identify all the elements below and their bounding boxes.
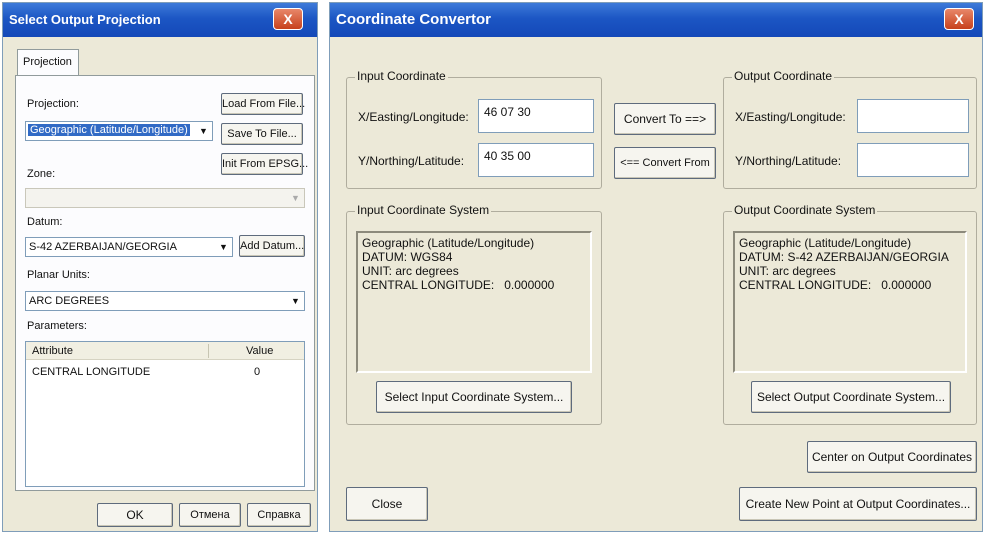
tab-projection[interactable]: Projection (17, 49, 79, 75)
x-easting-label: X/Easting/Longitude: (358, 110, 469, 124)
ok-button[interactable]: OK (97, 503, 173, 527)
column-header-value[interactable]: Value (246, 345, 273, 357)
datum-select[interactable]: S-42 AZERBAIJAN/GEORGIA ▼ (25, 237, 233, 257)
convertor-title: Coordinate Convertor (336, 11, 492, 28)
projection-select-value: Geographic (Latitude/Longitude) (28, 124, 190, 136)
output-system-line: DATUM: S-42 AZERBAIJAN/GEORGIA (739, 250, 949, 264)
help-button[interactable]: Справка (247, 503, 311, 527)
parameters-label: Parameters: (27, 320, 87, 332)
save-to-file-button[interactable]: Save To File... (221, 123, 303, 145)
chevron-down-icon[interactable]: ▼ (288, 293, 303, 309)
center-on-output-button[interactable]: Center on Output Coordinates (807, 441, 977, 473)
projection-dialog-close-icon[interactable]: X (273, 8, 303, 30)
datum-label: Datum: (27, 216, 63, 228)
input-system-description: Geographic (Latitude/Longitude) DATUM: W… (356, 231, 592, 373)
parameters-table-header: Attribute Value (26, 342, 304, 360)
select-output-projection-dialog: Select Output Projection X Projection Pr… (2, 2, 318, 532)
output-coordinate-group-title: Output Coordinate (732, 69, 835, 83)
param-value-cell: 0 (254, 366, 261, 378)
parameters-table[interactable]: Attribute Value CENTRAL LONGITUDE 0 (25, 341, 305, 487)
input-system-line: Geographic (Latitude/Longitude) (362, 236, 535, 250)
init-from-epsg-button[interactable]: Init From EPSG... (221, 153, 308, 175)
projection-select[interactable]: Geographic (Latitude/Longitude) ▼ (25, 121, 213, 141)
out-y-northing-label: Y/Northing/Latitude: (735, 154, 842, 168)
input-coordinate-group-title: Input Coordinate (355, 69, 448, 83)
output-system-line: CENTRAL LONGITUDE: 0.000000 (739, 278, 932, 292)
param-attribute-cell: CENTRAL LONGITUDE (32, 366, 151, 378)
planar-units-select-value: ARC DEGREES (29, 295, 110, 307)
convertor-close-icon[interactable]: X (944, 8, 974, 30)
projection-label: Projection: (27, 98, 79, 110)
output-system-line: UNIT: arc degrees (739, 264, 836, 278)
load-from-file-button[interactable]: Load From File... (221, 93, 305, 115)
select-input-system-button[interactable]: Select Input Coordinate System... (376, 381, 572, 413)
column-divider (208, 344, 209, 358)
output-system-group-title: Output Coordinate System (732, 203, 878, 217)
input-system-line: DATUM: WGS84 (362, 250, 453, 264)
cancel-button[interactable]: Отмена (179, 503, 241, 527)
input-system-group-title: Input Coordinate System (355, 203, 492, 217)
projection-dialog-title: Select Output Projection (9, 12, 161, 27)
x-easting-input[interactable]: 46 07 30 (478, 99, 594, 133)
close-button[interactable]: Close (346, 487, 428, 521)
out-y-northing-input[interactable] (857, 143, 969, 177)
input-system-line: CENTRAL LONGITUDE: 0.000000 (362, 278, 555, 292)
out-x-easting-label: X/Easting/Longitude: (735, 110, 846, 124)
create-new-point-button[interactable]: Create New Point at Output Coordinates..… (739, 487, 977, 521)
add-datum-button[interactable]: Add Datum... (239, 235, 305, 257)
zone-label: Zone: (27, 168, 56, 180)
chevron-down-icon[interactable]: ▼ (216, 239, 231, 255)
out-x-easting-input[interactable] (857, 99, 969, 133)
tab-projection-label: Projection (23, 56, 72, 68)
y-northing-input[interactable]: 40 35 00 (478, 143, 594, 177)
convert-from-button[interactable]: <== Convert From (614, 147, 716, 179)
coordinate-convertor-dialog: Coordinate Convertor X Input Coordinate … (329, 2, 983, 532)
select-output-system-button[interactable]: Select Output Coordinate System... (751, 381, 951, 413)
output-system-description: Geographic (Latitude/Longitude) DATUM: S… (733, 231, 967, 373)
chevron-down-icon[interactable]: ▼ (196, 123, 211, 139)
input-system-line: UNIT: arc degrees (362, 264, 459, 278)
convert-to-button[interactable]: Convert To ==> (614, 103, 716, 135)
planar-units-select[interactable]: ARC DEGREES ▼ (25, 291, 305, 311)
projection-dialog-titlebar[interactable]: Select Output Projection X (3, 3, 317, 37)
column-header-attribute[interactable]: Attribute (32, 345, 73, 357)
y-northing-label: Y/Northing/Latitude: (358, 154, 465, 168)
output-system-line: Geographic (Latitude/Longitude) (739, 236, 912, 250)
convertor-titlebar[interactable]: Coordinate Convertor X (330, 3, 982, 37)
zone-select[interactable]: ▼ (25, 188, 305, 208)
table-row[interactable]: CENTRAL LONGITUDE 0 (26, 364, 304, 380)
datum-select-value: S-42 AZERBAIJAN/GEORGIA (29, 241, 177, 253)
chevron-down-icon[interactable]: ▼ (288, 190, 303, 206)
planar-units-label: Planar Units: (27, 269, 90, 281)
